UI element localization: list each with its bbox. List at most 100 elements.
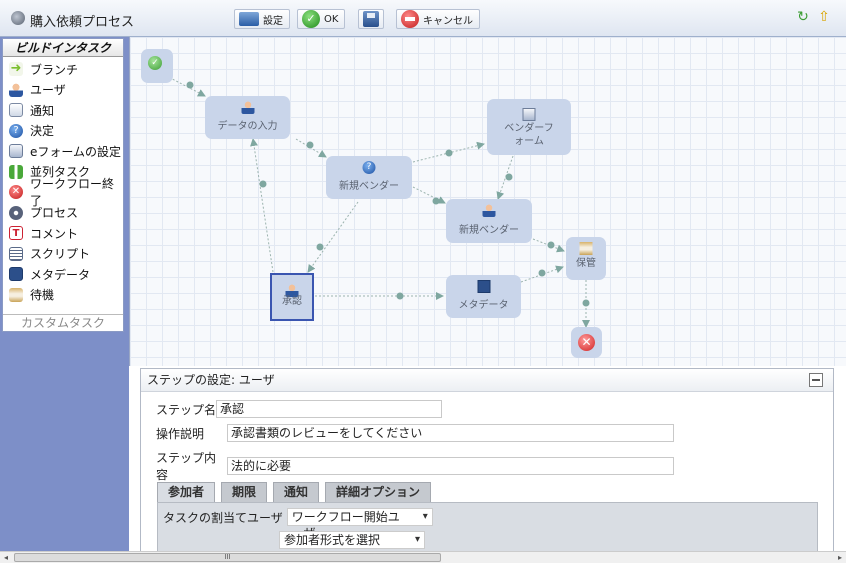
tab-notification[interactable]: 通知 — [273, 482, 320, 502]
task-workflow-end[interactable]: ✕ ワークフロー終了 — [3, 177, 123, 208]
task-wait[interactable]: 待機 — [3, 285, 123, 306]
task-branch[interactable]: ➜ ブランチ — [3, 59, 123, 80]
edge-decision-to-approve — [307, 201, 359, 273]
node-label: メタデータ — [458, 300, 509, 311]
edge-approve-to-data-input — [250, 138, 274, 273]
participants-tab-panel: タスクの割当てユーザ ワークフロー開始ユーザ 参加者形式を選択 — [157, 502, 818, 554]
step-content-row: ステップ内容 法的に必要 — [156, 449, 674, 483]
start-node[interactable]: ✓ — [141, 49, 173, 83]
ok-label: OK — [324, 13, 339, 25]
participant-format-select[interactable]: 参加者形式を選択 — [279, 531, 425, 549]
save-button[interactable] — [358, 9, 384, 29]
builtin-task-palette: ビルドインタスク ➜ ブランチ ユーザ 通知 ? 決定 eフォームの設定 並列タ… — [2, 38, 124, 332]
task-decision[interactable]: ? 決定 — [3, 121, 123, 142]
node-label: 保管 — [576, 258, 596, 269]
hourglass-icon — [9, 287, 23, 302]
step-content-input[interactable]: 法的に必要 — [227, 457, 674, 475]
task-label: 待機 — [30, 288, 55, 303]
node-new-vendor-user[interactable]: 新規ベンダー — [446, 199, 532, 243]
start-icon: ✓ — [148, 56, 162, 70]
window-title: 購入依頼プロセス — [30, 15, 135, 30]
step-settings-title: ステップの設定: ユーザ — [141, 369, 833, 392]
task-label: eフォームの設定 — [30, 144, 122, 159]
comment-icon: T — [9, 226, 23, 241]
metadata-icon — [9, 267, 23, 282]
script-icon — [9, 246, 23, 261]
parallel-icon — [9, 164, 23, 179]
node-label: ベンダーフォーム — [504, 123, 554, 147]
cancel-label: キャンセル — [423, 15, 473, 27]
assign-user-row: タスクの割当てユーザ ワークフロー開始ユーザ — [163, 508, 433, 540]
task-label: 決定 — [30, 124, 55, 139]
task-notification[interactable]: 通知 — [3, 100, 123, 121]
assign-user-label: タスクの割当てユーザ — [163, 510, 283, 525]
settings-tabs: 参加者 期限 通知 詳細オプション — [157, 482, 437, 502]
node-label: 新規ベンダー — [459, 225, 519, 236]
step-name-input[interactable]: 承認 — [216, 400, 442, 418]
eform-icon — [522, 108, 536, 121]
question-icon: ? — [362, 161, 376, 174]
node-new-vendor-decision[interactable]: ? 新規ベンダー — [326, 156, 412, 199]
title-bar: 購入依頼プロセス 設定 ✓ OK キャンセル ↻ ⇧ — [0, 0, 846, 37]
task-eform[interactable]: eフォームの設定 — [3, 141, 123, 162]
task-label: メタデータ — [30, 267, 91, 282]
settings-icon — [239, 12, 259, 26]
end-node[interactable]: ✕ — [571, 327, 602, 358]
task-label: スクリプト — [30, 247, 91, 262]
notification-icon — [9, 103, 23, 118]
task-metadata[interactable]: メタデータ — [3, 264, 123, 285]
collapse-icon[interactable] — [809, 373, 823, 387]
stop-icon: ✕ — [9, 185, 23, 200]
settings-label: 設定 — [263, 15, 283, 27]
node-label: データの入力 — [217, 121, 278, 132]
floppy-icon — [363, 11, 379, 27]
scroll-right-icon[interactable]: ▸ — [834, 552, 846, 563]
check-icon: ✓ — [302, 10, 320, 28]
step-settings-panel: ステップの設定: ユーザ ステップ名 承認 操作説明 承認書類のレビューをしてく… — [140, 368, 834, 554]
scrollbar-thumb[interactable]: III — [14, 553, 441, 562]
arrow-right-icon: ➜ — [9, 61, 23, 77]
refresh-icon[interactable]: ↻ — [795, 8, 811, 26]
description-label: 操作説明 — [156, 426, 205, 441]
node-save[interactable]: 保管 — [566, 237, 606, 280]
node-data-input[interactable]: データの入力 — [205, 96, 290, 139]
task-comment[interactable]: T コメント — [3, 223, 123, 244]
export-icon[interactable]: ⇧ — [816, 8, 832, 26]
tab-advanced-options[interactable]: 詳細オプション — [325, 482, 432, 502]
ok-button[interactable]: ✓ OK — [297, 9, 346, 29]
settings-button[interactable]: 設定 — [234, 9, 290, 29]
step-name-row: ステップ名 承認 — [156, 400, 442, 418]
workflow-canvas[interactable]: ✓ データの入力 ? 新規ベンダー ベンダーフォーム 新規ベンダー 承認 メタデ… — [129, 37, 846, 366]
node-label: 新規ベンダー — [339, 181, 399, 192]
eform-icon — [9, 144, 23, 159]
task-label: プロセス — [30, 206, 79, 221]
question-icon: ? — [9, 123, 23, 138]
tab-participants[interactable]: 参加者 — [157, 482, 216, 502]
end-icon: ✕ — [578, 334, 595, 351]
cancel-button[interactable]: キャンセル — [396, 9, 480, 29]
node-vendor-form[interactable]: ベンダーフォーム — [487, 99, 571, 155]
task-label: ユーザ — [30, 83, 66, 98]
task-script[interactable]: スクリプト — [3, 244, 123, 265]
palette-header: ビルドインタスク — [3, 39, 123, 57]
task-label: ブランチ — [30, 62, 79, 77]
scroll-left-icon[interactable]: ◂ — [0, 552, 12, 563]
node-label: 承認 — [282, 296, 302, 307]
node-approve[interactable]: 承認 — [270, 273, 314, 321]
custom-tasks-header[interactable]: カスタムタスク — [3, 314, 123, 331]
task-label: 通知 — [30, 103, 55, 118]
step-name-label: ステップ名 — [156, 402, 217, 417]
process-icon — [11, 11, 25, 25]
tab-deadline[interactable]: 期限 — [221, 482, 268, 502]
description-input[interactable]: 承認書類のレビューをしてください — [227, 424, 674, 442]
metadata-icon — [477, 280, 490, 293]
description-row: 操作説明 承認書類のレビューをしてください — [156, 424, 674, 442]
user-icon — [482, 204, 496, 217]
edge-decision-to-new-vendor — [412, 186, 446, 204]
assign-user-select[interactable]: ワークフロー開始ユーザ — [286, 508, 433, 540]
task-label: コメント — [30, 226, 79, 241]
horizontal-scrollbar[interactable]: ◂ III ▸ — [0, 551, 846, 563]
node-metadata[interactable]: メタデータ — [446, 275, 521, 318]
gear-icon — [9, 205, 23, 220]
task-user[interactable]: ユーザ — [3, 80, 123, 101]
